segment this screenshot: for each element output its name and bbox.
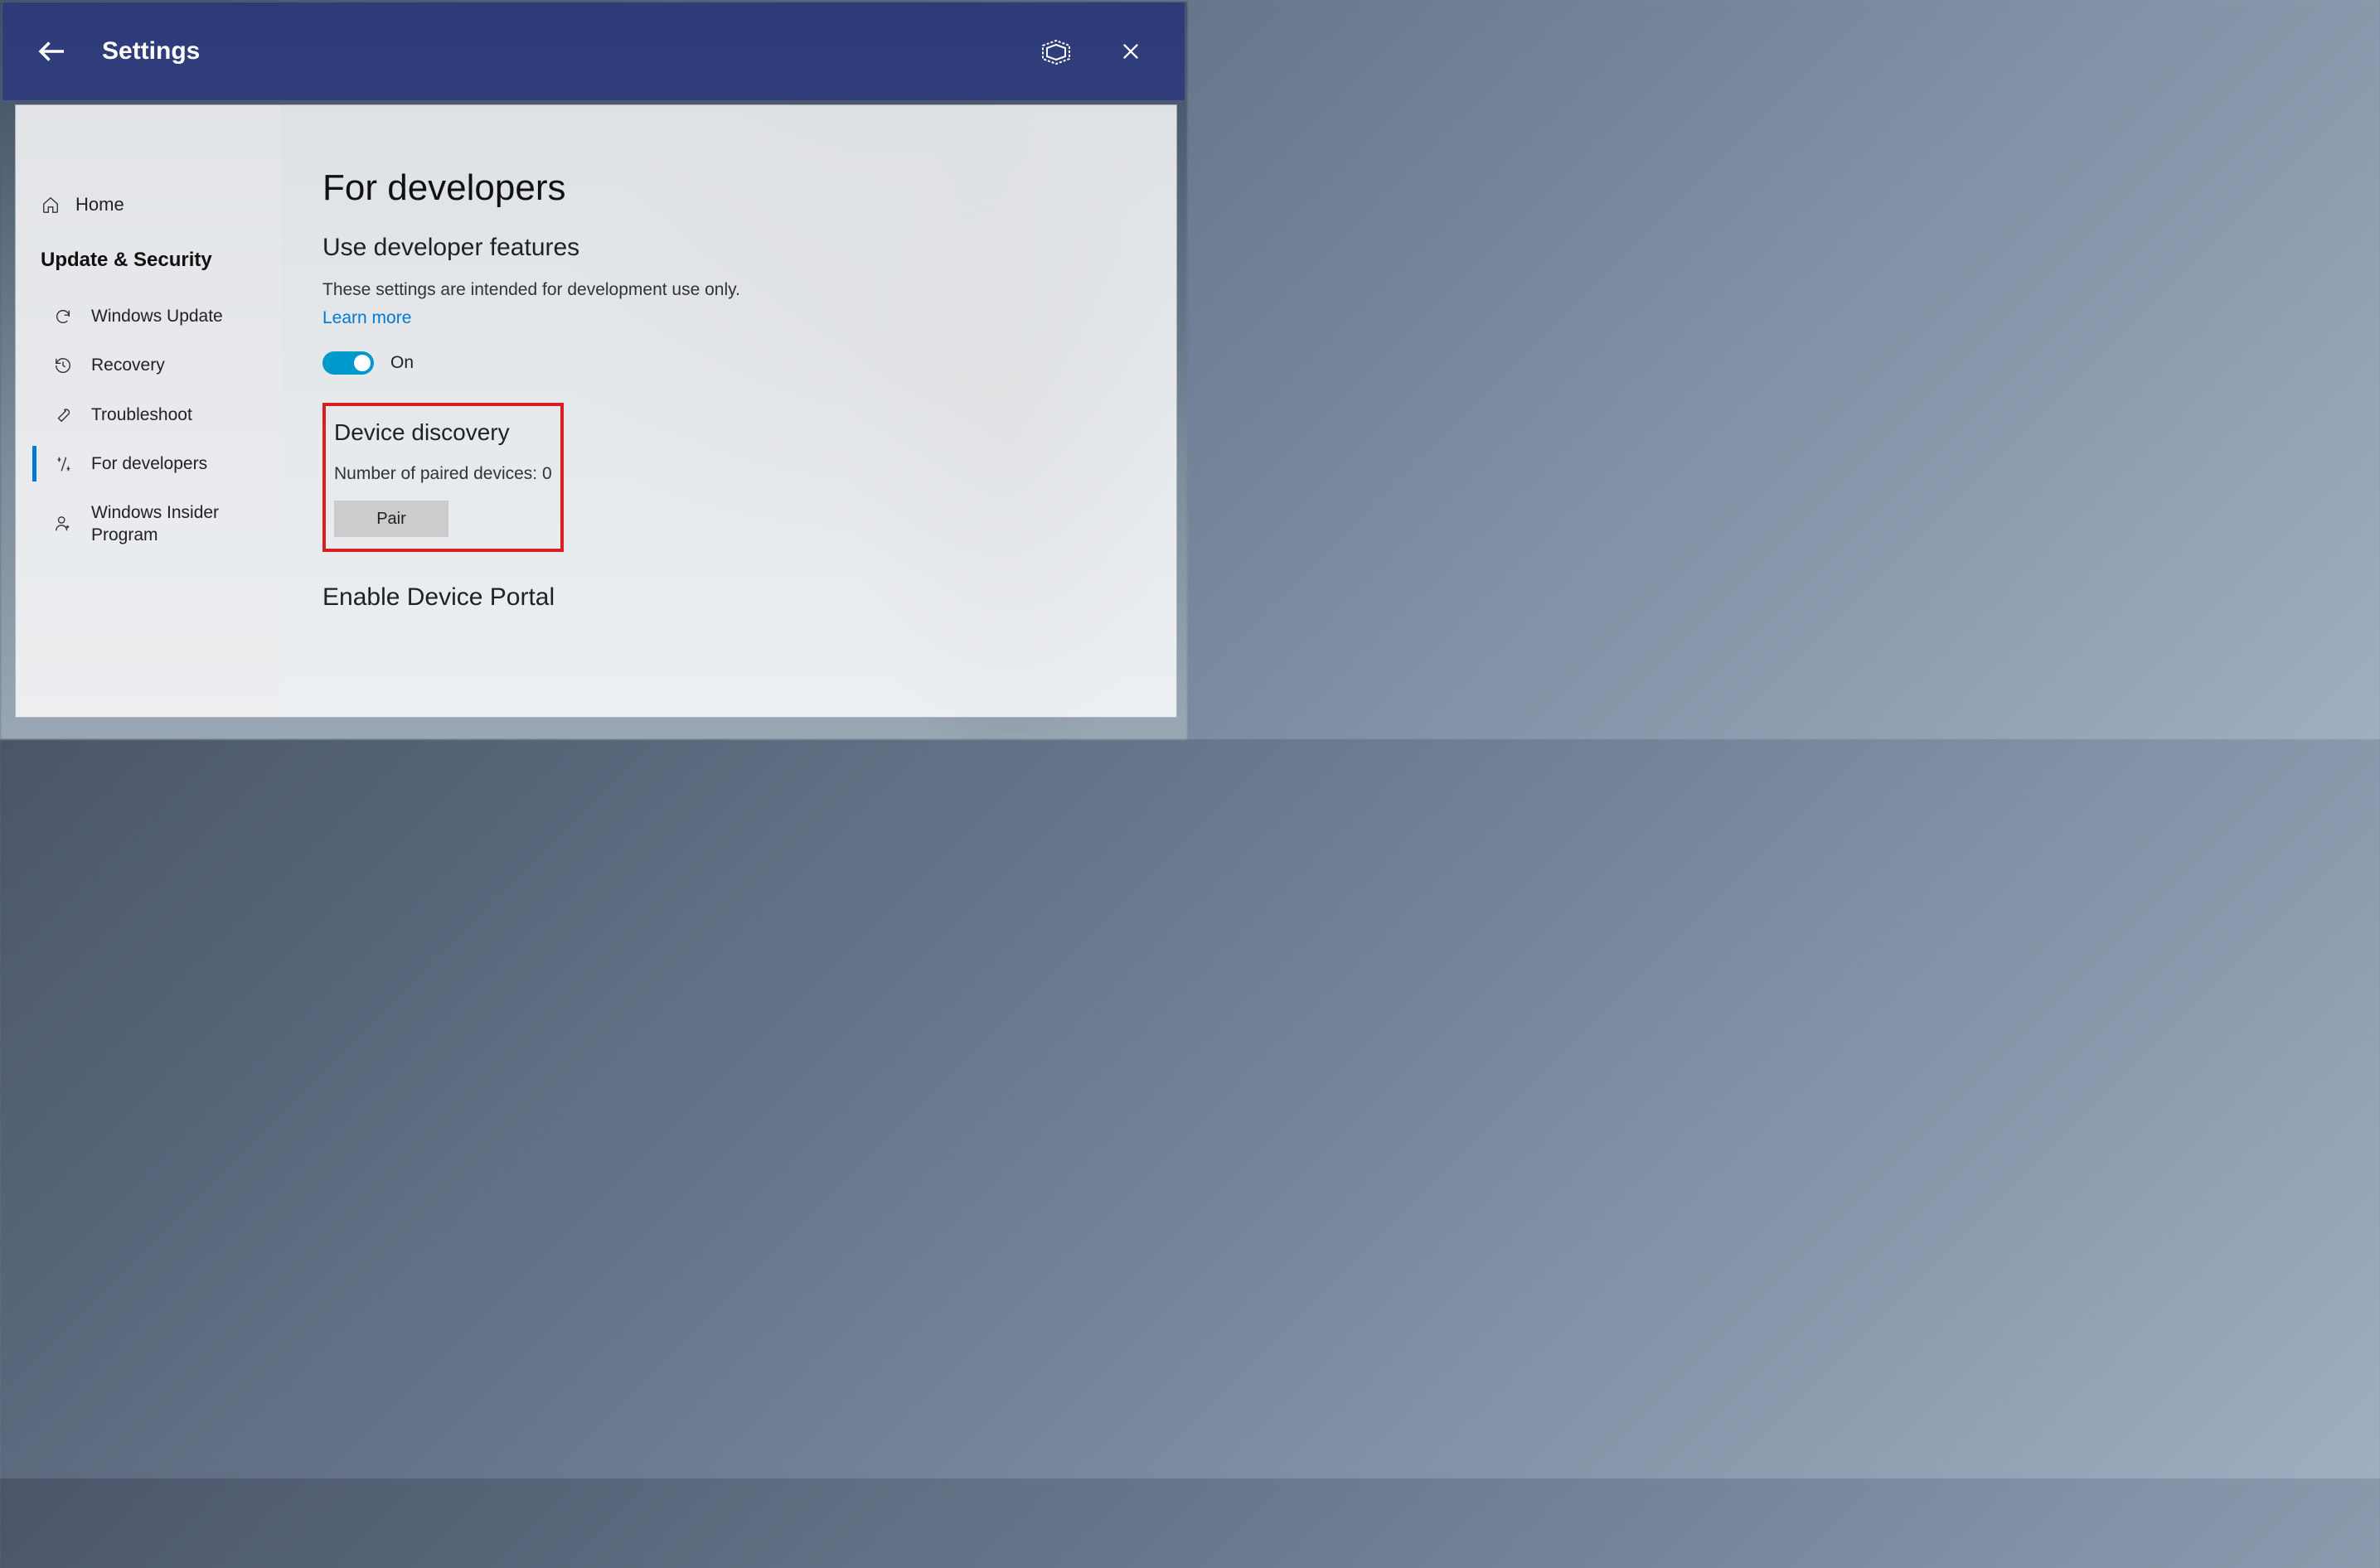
person-icon: [53, 514, 73, 534]
sidebar-item-for-developers[interactable]: For developers: [16, 439, 281, 488]
page-title: For developers: [322, 167, 1135, 209]
dev-features-toggle-row: On: [322, 351, 1135, 375]
sidebar-item-label: Windows Insider Program: [91, 501, 264, 547]
learn-more-link[interactable]: Learn more: [322, 308, 411, 328]
device-discovery-heading: Device discovery: [334, 419, 552, 446]
history-icon: [53, 356, 73, 375]
home-icon: [41, 195, 61, 215]
device-portal-heading: Enable Device Portal: [322, 583, 1135, 612]
sidebar-item-windows-update[interactable]: Windows Update: [16, 292, 281, 341]
sidebar-section-title: Update & Security: [16, 225, 281, 292]
back-button[interactable]: [27, 27, 77, 76]
sidebar-item-label: For developers: [91, 452, 207, 475]
main-content: For developers Use developer features Th…: [281, 105, 1176, 717]
paired-devices-label: Number of paired devices:: [334, 464, 537, 483]
paired-devices-count: 0: [542, 464, 552, 483]
sidebar: Home Update & Security Windows Update Re…: [16, 105, 281, 717]
paired-devices-text: Number of paired devices: 0: [334, 464, 552, 484]
sidebar-home[interactable]: Home: [16, 184, 281, 225]
title-bar: Settings: [2, 2, 1185, 101]
pair-button[interactable]: Pair: [334, 501, 448, 537]
close-button[interactable]: [1102, 27, 1160, 76]
settings-window: Home Update & Security Windows Update Re…: [15, 104, 1177, 718]
dev-features-toggle[interactable]: [322, 351, 374, 375]
sidebar-item-troubleshoot[interactable]: Troubleshoot: [16, 390, 281, 439]
sync-icon: [53, 307, 73, 327]
sidebar-item-windows-insider[interactable]: Windows Insider Program: [16, 488, 281, 560]
sidebar-item-recovery[interactable]: Recovery: [16, 341, 281, 390]
toggle-state-label: On: [390, 353, 414, 373]
window-title: Settings: [102, 37, 200, 65]
toggle-knob: [354, 355, 371, 371]
sidebar-item-label: Recovery: [91, 354, 165, 376]
hologram-icon: [1040, 37, 1073, 65]
dev-features-description: These settings are intended for developm…: [322, 280, 1135, 300]
device-discovery-highlight: Device discovery Number of paired device…: [322, 403, 564, 552]
follow-window-button[interactable]: [1027, 27, 1085, 76]
arrow-left-icon: [35, 34, 70, 69]
dev-features-heading: Use developer features: [322, 234, 1135, 262]
sidebar-item-label: Windows Update: [91, 305, 223, 327]
close-icon: [1119, 40, 1142, 63]
tools-icon: [53, 454, 73, 474]
wrench-icon: [53, 404, 73, 424]
sidebar-item-label: Troubleshoot: [91, 404, 192, 426]
sidebar-home-label: Home: [75, 194, 124, 215]
